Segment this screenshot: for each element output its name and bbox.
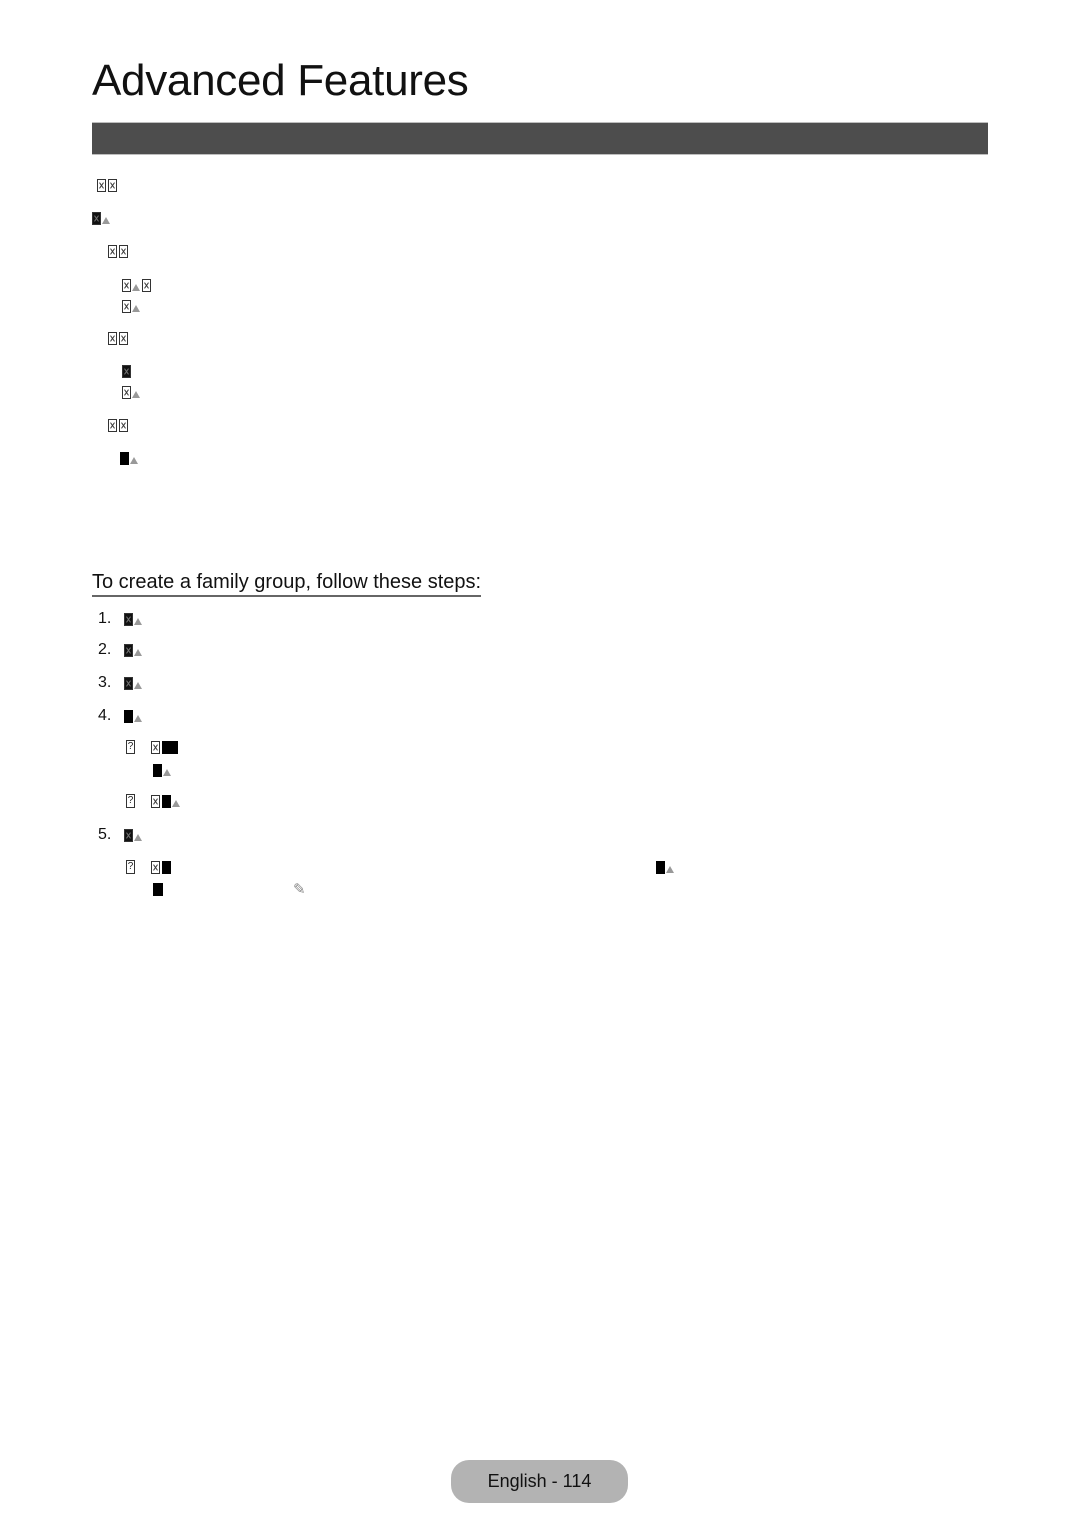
step-item: 5. xyxy=(98,826,142,843)
unknown-glyph-icon: ? xyxy=(126,794,135,808)
step-number: 4. xyxy=(98,707,112,724)
note-triangle-icon xyxy=(134,618,142,625)
unknown-glyph-icon: ? xyxy=(126,860,135,874)
missing-glyph xyxy=(162,794,171,808)
missing-glyph xyxy=(122,364,131,378)
missing-glyph xyxy=(151,740,160,754)
note-triangle-icon xyxy=(666,866,674,873)
step-sub-item-trailing xyxy=(656,859,674,875)
content-line xyxy=(122,277,151,293)
note-triangle-icon xyxy=(132,391,140,398)
content-line xyxy=(122,298,140,314)
missing-glyph xyxy=(122,385,131,399)
note-triangle-icon xyxy=(132,305,140,312)
content-line xyxy=(122,384,140,400)
step-number: 3. xyxy=(98,674,112,691)
content-line xyxy=(122,363,131,379)
missing-glyph xyxy=(119,331,128,345)
content-line xyxy=(108,417,128,433)
missing-glyph xyxy=(656,860,665,874)
page-number-badge: English - 114 xyxy=(451,1460,628,1503)
missing-glyph xyxy=(97,178,106,192)
unknown-glyph-icon: ? xyxy=(126,740,135,754)
page-title: Advanced Features xyxy=(92,56,469,105)
missing-glyph xyxy=(108,244,117,258)
missing-glyph xyxy=(108,418,117,432)
content-line xyxy=(97,177,117,193)
note-triangle-icon xyxy=(102,217,110,224)
step-item: 2. xyxy=(98,641,142,658)
note-triangle-icon xyxy=(134,715,142,722)
step-number: 5. xyxy=(98,826,112,843)
note-triangle-icon xyxy=(130,457,138,464)
note-triangle-icon xyxy=(163,769,171,776)
steps-subheading: To create a family group, follow these s… xyxy=(92,570,482,597)
step-number: 2. xyxy=(98,641,112,658)
note-triangle-icon xyxy=(172,800,180,807)
missing-glyph xyxy=(124,709,133,723)
step-sub-item: ? xyxy=(126,739,178,755)
missing-glyph xyxy=(153,882,163,896)
missing-glyph xyxy=(124,643,133,657)
content-line xyxy=(108,330,128,346)
note-triangle-icon xyxy=(134,649,142,656)
missing-glyph xyxy=(162,860,171,874)
content-line xyxy=(120,450,138,466)
step-sub-item: ? xyxy=(126,793,180,809)
note-triangle-icon xyxy=(134,682,142,689)
missing-glyph xyxy=(153,763,162,777)
missing-glyph xyxy=(162,740,178,754)
missing-glyph xyxy=(120,451,129,465)
pencil-icon: ✎ xyxy=(293,881,306,898)
missing-glyph xyxy=(92,211,101,225)
missing-glyph xyxy=(124,828,133,842)
missing-glyph xyxy=(119,418,128,432)
missing-glyph xyxy=(124,612,133,626)
step-sub-item-continuation xyxy=(153,762,171,778)
missing-glyph xyxy=(142,278,151,292)
missing-glyph xyxy=(108,331,117,345)
section-header-bar xyxy=(92,122,988,155)
missing-glyph xyxy=(124,676,133,690)
step-number: 1. xyxy=(98,610,112,627)
step-item: 1. xyxy=(98,610,142,627)
missing-glyph xyxy=(151,860,160,874)
step-sub-item: ? xyxy=(126,859,171,875)
note-triangle-icon xyxy=(134,834,142,841)
missing-glyph xyxy=(151,794,160,808)
content-line xyxy=(108,243,128,259)
missing-glyph xyxy=(108,178,117,192)
note-triangle-icon xyxy=(132,284,140,291)
missing-glyph xyxy=(119,244,128,258)
step-item: 4. xyxy=(98,707,142,724)
missing-glyph xyxy=(122,278,131,292)
step-item: 3. xyxy=(98,674,142,691)
step-sub-item-continuation xyxy=(153,881,163,897)
content-line xyxy=(92,210,110,226)
missing-glyph xyxy=(122,299,131,313)
